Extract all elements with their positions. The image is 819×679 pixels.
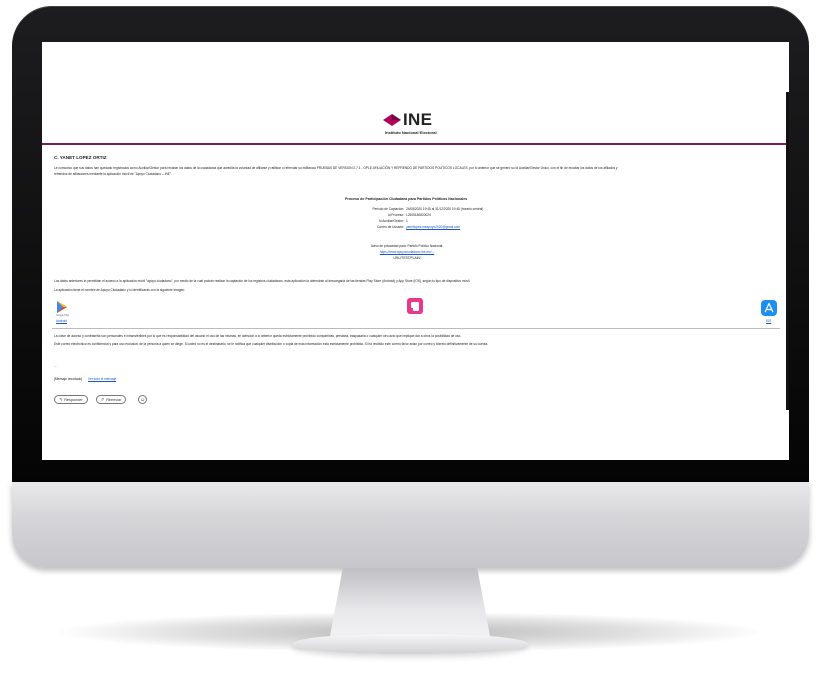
ine-diamond-icon xyxy=(383,114,401,126)
monitor-stand xyxy=(330,568,490,636)
ine-logo-word: INE xyxy=(403,110,433,129)
app-name-line: La aplicación tiene el nombre de Apoyo C… xyxy=(54,288,185,292)
privacy-code: URL//TEST/PLAIN/ xyxy=(393,256,421,260)
smiley-icon: ☺ xyxy=(139,396,146,403)
scrollbar[interactable] xyxy=(786,92,789,410)
ine-logo: INE Instituto Nacional Electoral xyxy=(377,110,455,138)
reply-button[interactable]: ↰ Responder xyxy=(54,395,88,404)
reply-arrow-icon: ↰ xyxy=(59,398,63,402)
privacy-label: Aviso de privacidad para: Partido Políti… xyxy=(370,244,444,248)
field-value: L2505180820024 xyxy=(406,213,431,217)
forward-arrow-icon: ↱ xyxy=(101,398,105,402)
app-store-icon[interactable] xyxy=(761,300,777,316)
field-label: Id Proceso: xyxy=(387,213,404,217)
intro-line-2: refrendos de afiliaciones mediante la ap… xyxy=(54,172,172,176)
notice-line-1: La clave de acceso y contraseña son pers… xyxy=(54,334,462,338)
view-full-message-link[interactable]: Ver todo el mensaje xyxy=(88,377,116,381)
monitor-chin xyxy=(12,482,809,568)
trimmed-label: [Mensaje recortado] xyxy=(54,377,83,381)
quoted-dots: ... xyxy=(54,364,57,368)
field-label: Id Auxiliar/Gestor: xyxy=(378,219,404,223)
header-rule xyxy=(42,143,789,145)
android-link[interactable]: Android xyxy=(56,319,67,323)
forward-label: Reenviar xyxy=(106,397,122,402)
field-value: 1 xyxy=(406,219,408,223)
email-screen: INE Instituto Nacional Electoral C. YANE… xyxy=(42,42,789,460)
app-store-a-icon xyxy=(764,302,774,313)
privacy-link[interactable]: https://www.apoyociudadano.ine.mx/... xyxy=(322,250,492,254)
emoji-button[interactable]: ☺ xyxy=(138,395,147,404)
apoyo-ciudadano-app-icon xyxy=(407,298,423,314)
google-play-icon[interactable] xyxy=(56,300,68,314)
user-email-link[interactable]: yanetlopez.ineapoyo2020@gmail.com xyxy=(406,225,460,229)
intro-line-1: Le comunico que sus datos han quedado re… xyxy=(54,166,618,170)
reply-label: Responder xyxy=(64,397,83,402)
field-label: Periodo de Captación: xyxy=(372,207,404,211)
hand-ballot-icon xyxy=(411,302,419,311)
divider xyxy=(52,328,780,329)
field-label: Correo de Usuario: xyxy=(377,225,404,229)
recipient-name: C. YANET LOPEZ ORTIZ xyxy=(54,155,107,160)
field-value: 24/08/2020 19:45 al 31/12/2020 19:45 (ho… xyxy=(406,207,484,211)
forward-button[interactable]: ↱ Reenviar xyxy=(96,395,127,404)
ios-link[interactable]: iOS xyxy=(766,319,771,323)
google-play-caption: Google Play xyxy=(56,314,70,317)
notice-line-2: Este correo electrónico es confidencial … xyxy=(54,342,489,346)
monitor-stand-base xyxy=(292,634,528,654)
apps-line: Los datos anteriores le permitirán el ac… xyxy=(54,279,471,283)
ine-logo-subtitle: Instituto Nacional Electoral xyxy=(385,130,437,135)
process-title: Proceso de Participación Ciudadana para … xyxy=(345,197,468,201)
